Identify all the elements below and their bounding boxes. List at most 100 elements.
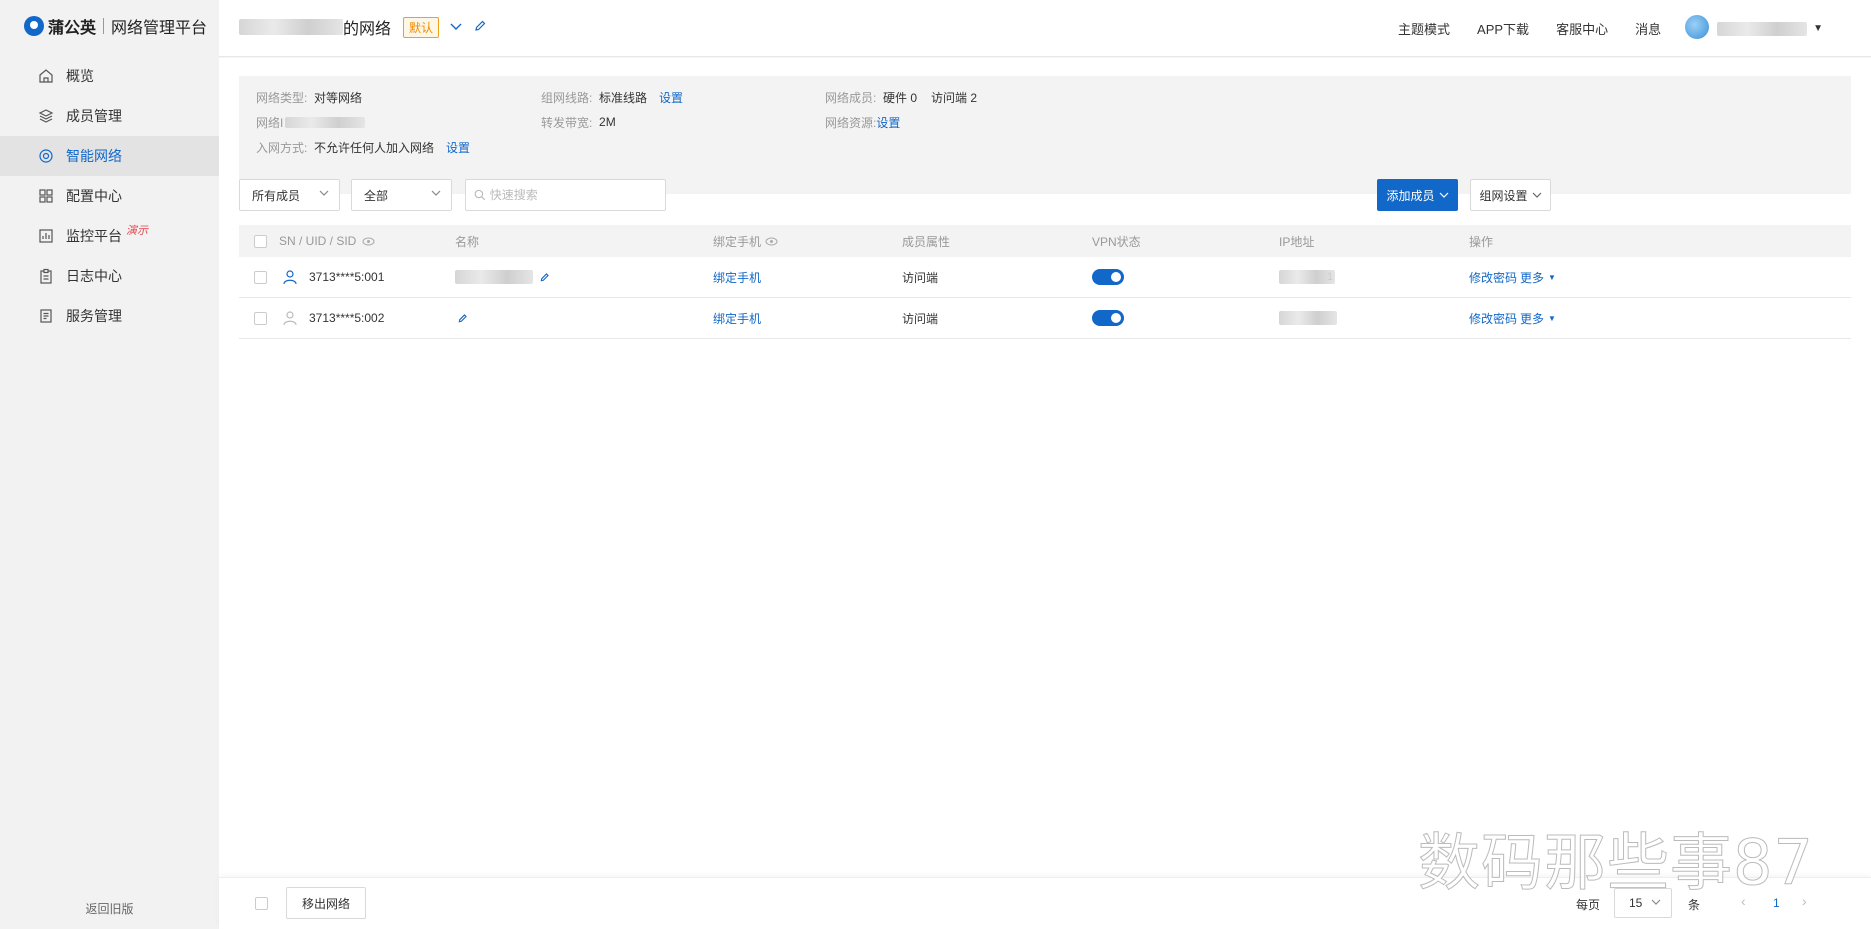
grid-icon xyxy=(39,189,53,203)
chevron-down-icon xyxy=(1532,192,1541,198)
network-info-panel: 网络类型: 对等网络 网络I 入网方式: 不允许任何人加入网络 设置 组网线路:… xyxy=(239,76,1851,194)
caret-down-icon: ▼ xyxy=(1548,313,1556,323)
document-icon xyxy=(40,309,52,323)
table-header: SN / UID / SID 名称 绑定手机 成员属性 VPN状态 IP地址 操… xyxy=(239,225,1851,257)
footer-bar: 移出网络 每页 15 条 ‹ 1 › xyxy=(219,877,1871,929)
chevron-down-icon xyxy=(431,188,441,201)
row-sn: 3713****5:001 xyxy=(309,270,385,284)
vpn-toggle[interactable] xyxy=(1092,310,1124,326)
eye-icon[interactable] xyxy=(362,237,375,246)
home-icon xyxy=(39,69,53,83)
current-page[interactable]: 1 xyxy=(1773,896,1780,910)
sidebar-item-label: 服务管理 xyxy=(66,308,122,324)
network-type: 网络类型: 对等网络 xyxy=(256,90,363,105)
network-id-redacted xyxy=(285,116,366,128)
network-settings-button[interactable]: 组网设置 xyxy=(1470,179,1551,211)
brand[interactable]: 蒲公英 网络管理平台 xyxy=(24,14,207,38)
sidebar-item-label: 概览 xyxy=(66,68,94,84)
member-attribute: 访问端 xyxy=(902,311,939,326)
per-page-label: 每页 xyxy=(1576,898,1601,912)
chevron-down-icon xyxy=(319,188,329,201)
username-redacted[interactable] xyxy=(1717,21,1808,36)
chevron-down-icon xyxy=(1651,897,1661,910)
sidebar-item-members[interactable]: 成员管理 xyxy=(0,96,219,136)
select-all-checkbox[interactable] xyxy=(254,234,267,248)
member-filter-select[interactable]: 所有成员 xyxy=(239,179,340,211)
footer-select-all-checkbox[interactable] xyxy=(255,897,268,910)
caret-down-icon[interactable]: ▼ xyxy=(1813,23,1823,34)
status-filter-select[interactable]: 全部 xyxy=(351,179,452,211)
network-title: 的网络 默认 xyxy=(239,15,487,39)
bind-phone-link[interactable]: 绑定手机 xyxy=(713,257,761,297)
sidebar-item-label: 配置中心 xyxy=(66,188,122,204)
user-icon xyxy=(283,270,297,285)
top-links: 主题模式 APP下载 客服中心 消息 ▼ xyxy=(1371,15,1823,39)
brand-divider xyxy=(103,18,105,34)
sidebar-item-label: 日志中心 xyxy=(66,268,122,284)
sidebar-item-config[interactable]: 配置中心 xyxy=(0,176,219,216)
per-page-unit: 条 xyxy=(1688,898,1701,912)
member-attribute: 访问端 xyxy=(902,270,939,285)
sidebar-item-services[interactable]: 服务管理 xyxy=(0,296,219,336)
demo-badge: 演示 xyxy=(126,225,148,237)
previous-page-icon[interactable]: ‹ xyxy=(1741,893,1746,909)
monitor-icon xyxy=(39,229,53,243)
chevron-down-icon xyxy=(1439,192,1448,198)
table-row: 3713****5:002 绑定手机 访问端 修改密码 更多 ▼ xyxy=(239,298,1851,339)
join-method: 入网方式: 不允许任何人加入网络 设置 xyxy=(256,139,471,156)
sidebar-item-smart-network[interactable]: 智能网络 xyxy=(0,136,219,176)
row-sn: 3713****5:002 xyxy=(309,311,385,325)
row-checkbox[interactable] xyxy=(254,311,267,325)
messages-link[interactable]: 消息 xyxy=(1635,19,1661,38)
sidebar-item-monitor[interactable]: 监控平台 演示 xyxy=(0,216,219,256)
brand-name: 蒲公英 xyxy=(48,20,97,37)
customer-service-link[interactable]: 客服中心 xyxy=(1556,19,1608,38)
default-tag: 默认 xyxy=(403,16,440,38)
eye-icon[interactable] xyxy=(765,237,778,246)
edit-pencil-icon[interactable] xyxy=(457,313,468,324)
quick-search[interactable] xyxy=(465,179,666,211)
top-header: 的网络 默认 主题模式 APP下载 客服中心 消息 ▼ xyxy=(219,0,1871,57)
caret-down-icon: ▼ xyxy=(1548,272,1556,282)
change-password-link[interactable]: 修改密码 xyxy=(1469,257,1517,297)
bind-phone-link[interactable]: 绑定手机 xyxy=(713,298,761,338)
more-actions-dropdown[interactable]: 更多 ▼ xyxy=(1520,257,1556,297)
row-checkbox[interactable] xyxy=(254,270,267,284)
next-page-icon[interactable]: › xyxy=(1802,893,1807,909)
brand-subtitle: 网络管理平台 xyxy=(111,20,208,37)
more-actions-dropdown[interactable]: 更多 ▼ xyxy=(1520,298,1556,338)
join-method-settings-link[interactable]: 设置 xyxy=(446,139,470,156)
search-input[interactable] xyxy=(489,188,665,202)
sidebar-item-logs[interactable]: 日志中心 xyxy=(0,256,219,296)
per-page-select[interactable]: 15 xyxy=(1614,888,1672,918)
avatar[interactable] xyxy=(1685,15,1710,39)
column-ip: IP地址 xyxy=(1279,234,1315,249)
network-id: 网络I xyxy=(256,112,366,132)
clipboard-icon xyxy=(40,268,52,284)
ip-address-redacted xyxy=(1279,311,1337,325)
chevron-down-icon[interactable] xyxy=(449,19,463,36)
app-download-link[interactable]: APP下载 xyxy=(1477,19,1529,38)
resources-settings-link[interactable]: 设置 xyxy=(876,114,900,131)
column-name: 名称 xyxy=(455,234,480,249)
route-settings-link[interactable]: 设置 xyxy=(659,89,683,106)
edit-pencil-icon[interactable] xyxy=(473,19,487,36)
dandelion-logo-icon xyxy=(24,16,44,36)
members-table: SN / UID / SID 名称 绑定手机 成员属性 VPN状态 IP地址 操… xyxy=(239,225,1851,339)
edit-pencil-icon[interactable] xyxy=(539,272,550,283)
user-icon xyxy=(283,311,297,326)
theme-mode-link[interactable]: 主题模式 xyxy=(1398,19,1450,38)
sidebar-item-overview[interactable]: 概览 xyxy=(0,56,219,96)
vpn-toggle[interactable] xyxy=(1092,269,1124,285)
add-member-button[interactable]: 添加成员 xyxy=(1377,179,1458,211)
remove-from-network-button[interactable]: 移出网络 xyxy=(286,887,366,919)
column-sn: SN / UID / SID xyxy=(279,225,375,257)
change-password-link[interactable]: 修改密码 xyxy=(1469,298,1517,338)
back-to-old-version-link[interactable]: 返回旧版 xyxy=(0,900,219,917)
network-name-redacted xyxy=(239,19,343,35)
sidebar-nav: 概览 成员管理 智能网络 配置中心 监控平台 演示 日志中心 服务管理 xyxy=(0,56,219,336)
member-name-redacted xyxy=(455,270,533,284)
sidebar-item-label: 成员管理 xyxy=(66,108,122,124)
network-route: 组网线路: 标准线路 设置 xyxy=(541,89,684,106)
table-row: 3713****5:001 绑定手机 访问端 1 修改密码 更多 ▼ xyxy=(239,257,1851,298)
